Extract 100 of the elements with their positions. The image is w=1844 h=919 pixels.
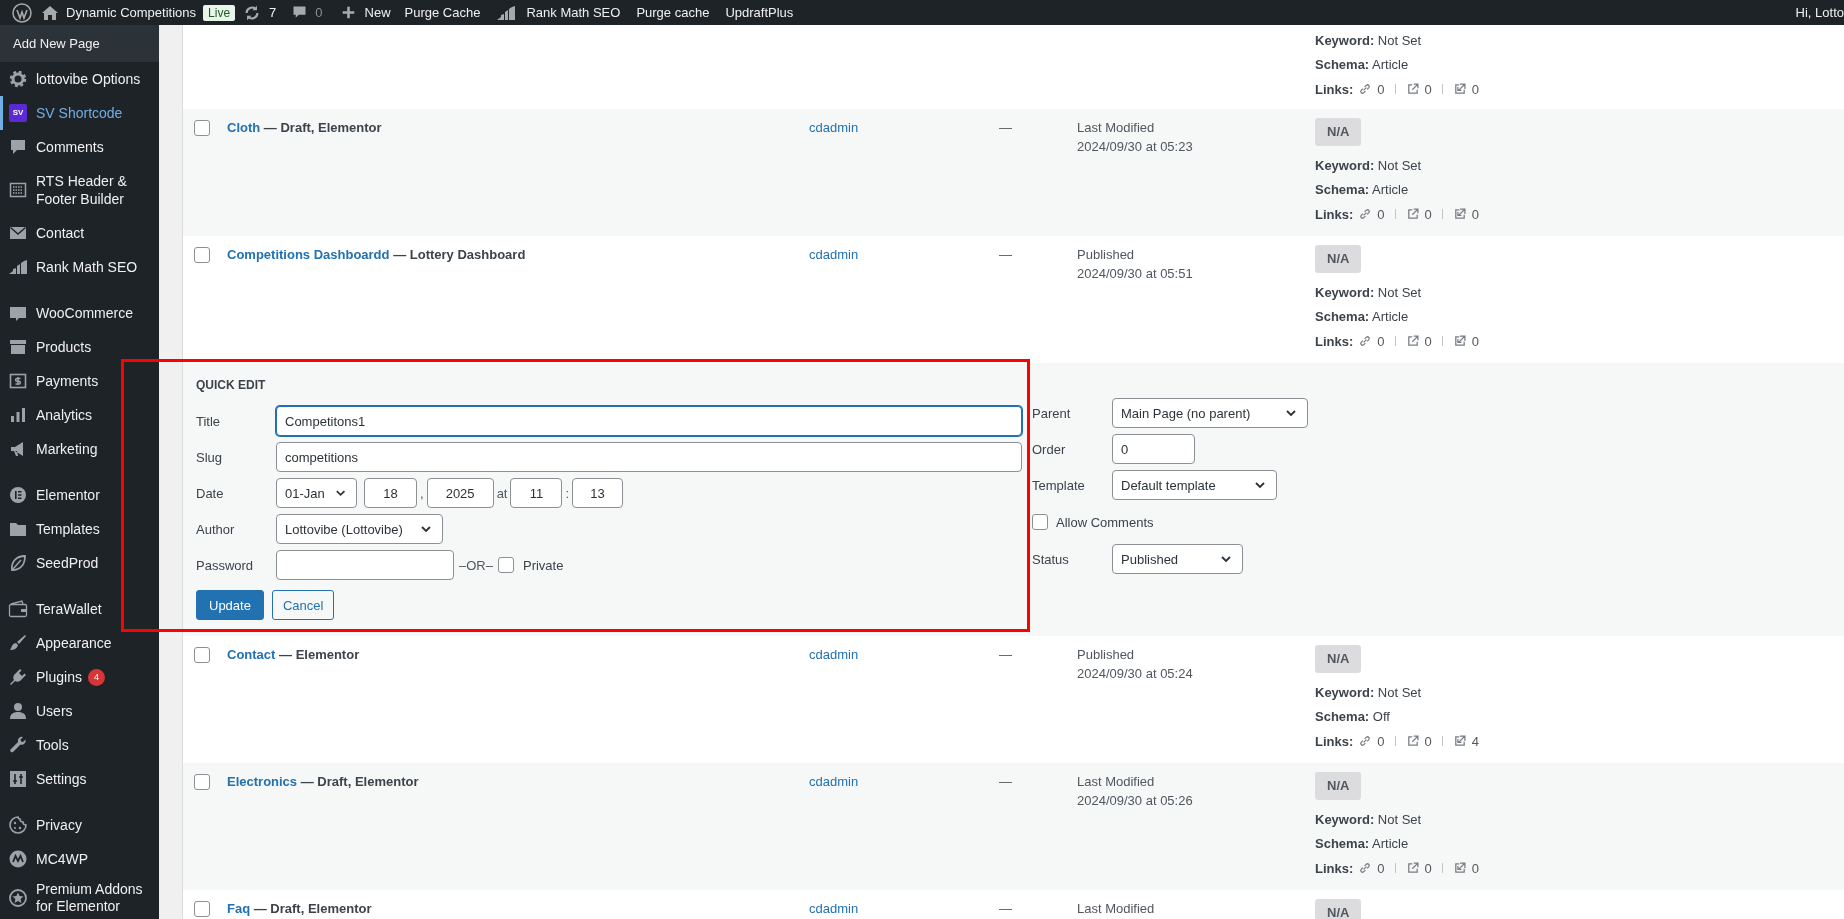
private-checkbox[interactable] — [497, 557, 514, 573]
links-label: Links: — [1315, 860, 1354, 876]
account-link[interactable]: Hi, Lotto — [1795, 5, 1844, 20]
sidebar-item[interactable]: Premium Addons for Elementor — [0, 876, 159, 915]
post-title-link[interactable]: Faq — [227, 901, 251, 916]
links-label: Links: — [1315, 333, 1354, 349]
day-input[interactable]: 18 — [364, 478, 417, 508]
link-icon — [1358, 334, 1373, 348]
link-count: 0 — [1424, 81, 1432, 97]
comments-count: — — [999, 247, 1012, 262]
status-select[interactable]: Published — [1112, 544, 1243, 574]
sidebar-item[interactable]: Settings — [0, 762, 159, 796]
private-label: Private — [522, 557, 564, 573]
plug-icon — [8, 667, 28, 687]
sidebar-item[interactable]: Products — [0, 330, 159, 364]
year-input[interactable]: 2025 — [426, 478, 494, 508]
seo-keyword: Keyword: Not Set — [1315, 157, 1423, 175]
post-title-link[interactable]: Cloth — [227, 120, 261, 135]
field-label: Title — [196, 413, 222, 429]
parent-select[interactable]: Main Page (no parent) — [1112, 398, 1308, 428]
sidebar-item[interactable]: SV SV Shortcode — [0, 96, 159, 130]
post-title-link[interactable]: Electronics — [227, 774, 298, 789]
comments-link[interactable]: 0 — [292, 5, 323, 20]
star-circle-icon — [8, 888, 28, 908]
sidebar-item[interactable]: Templates — [0, 512, 159, 546]
cancel-button[interactable]: Cancel — [271, 590, 335, 620]
field-label: Status — [1032, 551, 1070, 567]
field-label: Author — [196, 521, 236, 537]
sidebar-item[interactable]: lottovibe Options — [0, 62, 159, 96]
sidebar-item[interactable]: MC4WP — [0, 842, 159, 876]
inbound-link-icon — [1452, 861, 1467, 875]
allow-comments-checkbox[interactable] — [1032, 514, 1048, 530]
hour-input[interactable]: 11 — [510, 478, 563, 508]
sidebar-item[interactable]: Appearance — [0, 626, 159, 660]
month-select[interactable]: 01-Jan — [276, 478, 357, 508]
site-name-link[interactable]: Dynamic Competitions — [42, 4, 197, 21]
toolbar-link[interactable]: Purge Cache — [404, 5, 481, 20]
row-checkbox[interactable] — [194, 120, 210, 136]
row-checkbox[interactable] — [194, 774, 210, 790]
comments-count: — — [999, 647, 1012, 662]
author-select[interactable]: Lottovibe (Lottovibe) — [276, 514, 443, 544]
author-link[interactable]: cdadmin — [809, 901, 859, 916]
row-checkbox[interactable] — [194, 901, 210, 917]
post-title-link[interactable]: Competitions Dashboardd — [227, 247, 390, 262]
minute-input[interactable]: 13 — [572, 478, 624, 508]
link-icon — [1358, 82, 1373, 96]
sidebar-item[interactable]: Plugins 4 — [0, 660, 159, 694]
wrench-icon — [8, 735, 28, 755]
inbound-link-icon — [1452, 334, 1467, 348]
sidebar-item[interactable]: SeedProd — [0, 546, 159, 580]
sidebar-item[interactable]: Contact — [0, 216, 159, 250]
post-date: 2024/09/30 at 05:51 — [1077, 265, 1193, 283]
sidebar-item[interactable]: Analytics — [0, 398, 159, 432]
wordpress-logo-icon — [12, 2, 32, 23]
order-input[interactable]: 0 — [1112, 434, 1195, 464]
wallet-icon — [8, 599, 28, 619]
toolbar-link[interactable]: Rank Math SEO — [496, 2, 621, 23]
author-link[interactable]: cdadmin — [809, 647, 859, 662]
sidebar-item[interactable]: Elementor — [0, 466, 159, 512]
sliders-icon — [8, 769, 28, 789]
inbound-link-icon — [1452, 82, 1467, 96]
password-input[interactable] — [276, 550, 454, 580]
sv-logo-icon: SV — [9, 104, 27, 122]
seo-schema: Schema: Off — [1315, 708, 1391, 726]
sidebar-item[interactable]: RTS Header & Footer Builder — [0, 164, 159, 216]
sidebar-item[interactable]: Marketing — [0, 432, 159, 466]
sidebar-item[interactable]: Users — [0, 694, 159, 728]
post-title-link[interactable]: Contact — [227, 647, 276, 662]
speech-bubble-icon — [8, 137, 28, 157]
author-link[interactable]: cdadmin — [809, 247, 859, 262]
title-input[interactable]: Competitons1 — [276, 406, 1022, 436]
sidebar-item[interactable]: TeraWallet — [0, 580, 159, 626]
sidebar-item[interactable]: Payments — [0, 364, 159, 398]
update-button[interactable]: Update — [196, 590, 264, 620]
quick-edit-heading: QUICK EDIT — [196, 377, 267, 393]
toolbar-link[interactable]: UpdraftPlus — [725, 5, 794, 20]
toolbar-link[interactable]: Purge cache — [636, 5, 710, 20]
external-link-icon — [1405, 334, 1420, 348]
grid-panel-icon — [8, 180, 28, 200]
row-checkbox[interactable] — [194, 247, 210, 263]
field-label: Slug — [196, 449, 224, 465]
template-select[interactable]: Default template — [1112, 470, 1277, 500]
seo-schema: Schema: Article — [1315, 308, 1410, 326]
author-link[interactable]: cdadmin — [809, 774, 859, 789]
environment-badge: Live — [203, 4, 236, 21]
submenu-item[interactable]: Add New Page — [0, 25, 159, 62]
updates-link[interactable]: 7 — [243, 3, 277, 22]
link-count: 0 — [1424, 206, 1432, 222]
row-checkbox[interactable] — [194, 647, 210, 663]
sidebar-item[interactable]: WooCommerce — [0, 284, 159, 330]
slug-input[interactable]: competitions — [276, 442, 1022, 472]
post-state: — Draft, Elementor — [253, 901, 372, 916]
sidebar-item[interactable]: Privacy — [0, 796, 159, 842]
new-link[interactable]: New — [341, 5, 391, 20]
m-circle-icon — [8, 849, 28, 869]
link-count: 0 — [1471, 206, 1479, 222]
sidebar-item[interactable]: Tools — [0, 728, 159, 762]
author-link[interactable]: cdadmin — [809, 120, 859, 135]
sidebar-item[interactable]: Comments — [0, 130, 159, 164]
sidebar-item[interactable]: Rank Math SEO — [0, 250, 159, 284]
